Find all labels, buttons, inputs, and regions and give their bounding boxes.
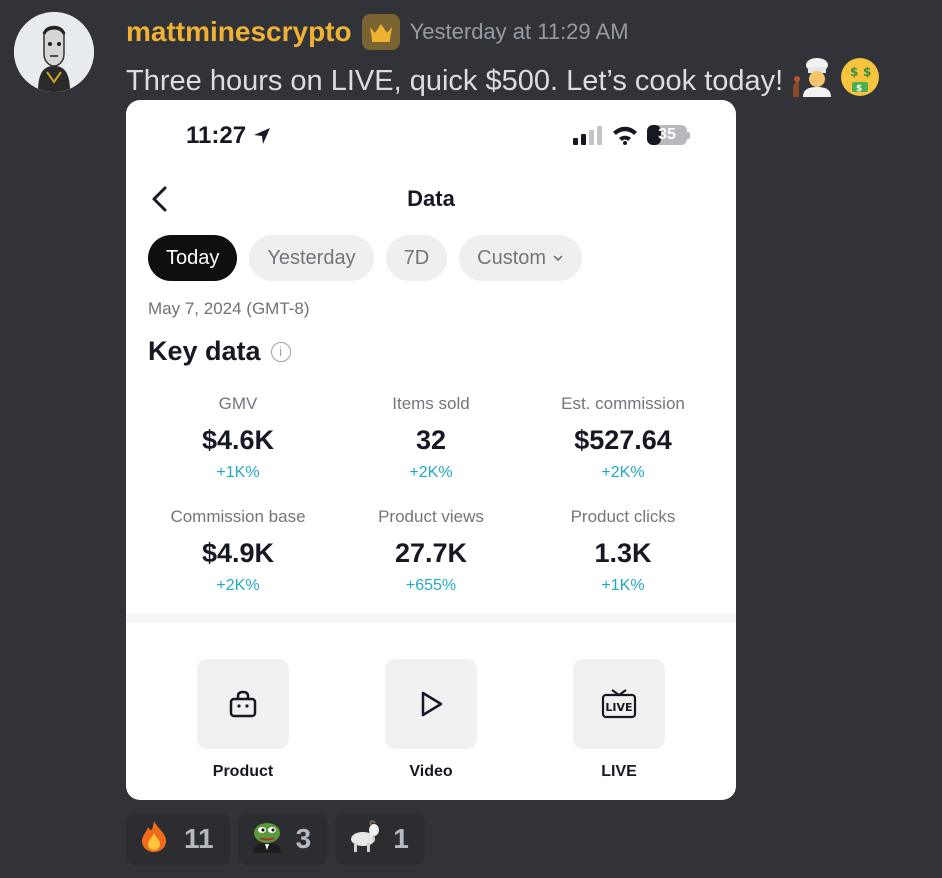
tile-product-label: Product <box>212 763 274 780</box>
status-time: 11:27 <box>186 122 272 150</box>
date-range-tabs: Today Yesterday 7D Custom <box>148 235 583 281</box>
reaction-pepe[interactable]: 3 <box>237 813 328 865</box>
metric-change: +2K% <box>409 464 453 481</box>
tile-video-box[interactable] <box>385 659 477 749</box>
reaction-count: 3 <box>295 823 312 854</box>
user-avatar[interactable] <box>14 12 94 92</box>
reaction-count: 11 <box>184 823 214 854</box>
svg-text:$: $ <box>863 65 871 79</box>
money-mouth-emoji: $ $ $ <box>839 56 881 106</box>
tile-live-box[interactable]: LIVE <box>573 659 665 749</box>
svg-text:$: $ <box>856 84 862 94</box>
reaction-fire[interactable]: 11 <box>126 813 230 865</box>
metric-label: Product clicks <box>570 507 676 526</box>
pepe-emoji <box>250 819 282 860</box>
page-title: Data <box>407 186 455 211</box>
tab-custom[interactable]: Custom <box>459 235 583 281</box>
metric-value: 1.3K <box>594 538 652 568</box>
metric-value: 27.7K <box>394 538 468 568</box>
crown-icon[interactable] <box>361 14 400 50</box>
date-label: May 7, 2024 (GMT-8) <box>148 299 310 318</box>
svg-text:$: $ <box>850 65 858 79</box>
tile-live-label: LIVE <box>601 763 637 780</box>
fire-emoji <box>138 819 170 860</box>
metric-change: +2K% <box>601 464 645 481</box>
metric-label: Est. commission <box>561 394 685 413</box>
metric-value: $4.6K <box>201 425 275 455</box>
chevron-down-icon <box>553 255 563 262</box>
tab-today-label: Today <box>166 246 220 269</box>
key-data-header: Key data i <box>148 336 291 367</box>
tab-custom-label: Custom <box>477 246 547 269</box>
metric-label: GMV <box>218 394 258 413</box>
metric-value: $4.9K <box>201 538 275 568</box>
shopping-bag-icon <box>229 690 257 718</box>
wifi-icon <box>613 126 637 145</box>
metric-change: +1K% <box>216 464 260 481</box>
username[interactable]: mattminescrypto <box>126 16 352 48</box>
metric-label: Commission base <box>170 507 306 526</box>
cook-emoji <box>789 57 833 105</box>
tile-video-label: Video <box>409 763 453 780</box>
goat-emoji <box>347 819 380 860</box>
battery-icon: 35 <box>647 125 690 145</box>
nav-bar: Data <box>126 178 736 222</box>
metric-commission-base[interactable]: Commission base $4.9K +2K% <box>138 507 338 595</box>
metric-product-clicks[interactable]: Product clicks 1.3K +1K% <box>523 507 723 595</box>
metric-label: Product views <box>378 507 484 526</box>
reaction-goat[interactable]: 1 <box>335 813 425 865</box>
metric-change: +655% <box>405 577 457 594</box>
metric-label: Items sold <box>392 394 470 413</box>
metric-product-views[interactable]: Product views 27.7K +655% <box>331 507 531 595</box>
cellular-signal-icon <box>573 126 602 145</box>
message-timestamp: Yesterday at 11:29 AM <box>409 19 629 44</box>
metric-items-sold[interactable]: Items sold 32 +2K% <box>331 394 531 482</box>
battery-level: 35 <box>658 126 676 143</box>
screenshot-attachment[interactable]: 11:27 35 Data Today Yesterday 7D Custom … <box>126 100 736 800</box>
tile-product[interactable]: Product <box>197 659 289 781</box>
message-header: mattminescrypto Yesterday at 11:29 AM <box>126 14 629 50</box>
live-icon-text: LIVE <box>605 701 632 714</box>
message-text: Three hours on LIVE, quick $500. Let’s c… <box>126 64 784 97</box>
tile-live[interactable]: LIVE LIVE <box>573 659 665 781</box>
live-tv-icon: LIVE <box>601 689 637 719</box>
info-icon[interactable]: i <box>270 341 291 362</box>
tab-yesterday-label: Yesterday <box>267 246 356 269</box>
tab-today[interactable]: Today <box>148 235 238 281</box>
tile-product-box[interactable] <box>197 659 289 749</box>
metric-value: $527.64 <box>574 425 672 455</box>
location-arrow-icon <box>254 128 271 144</box>
metric-est-commission[interactable]: Est. commission $527.64 +2K% <box>523 394 723 482</box>
metric-gmv[interactable]: GMV $4.6K +1K% <box>138 394 338 482</box>
key-data-title: Key data <box>148 336 261 366</box>
reaction-bar: 11 3 1 <box>126 813 425 865</box>
status-bar: 11:27 35 <box>126 100 736 170</box>
play-icon <box>421 691 443 717</box>
metric-change: +1K% <box>601 577 645 594</box>
status-time-text: 11:27 <box>186 122 247 149</box>
tab-7d-label: 7D <box>403 246 430 269</box>
tab-yesterday[interactable]: Yesterday <box>249 235 374 281</box>
reaction-count: 1 <box>393 823 409 854</box>
metric-value: 32 <box>415 425 447 455</box>
metric-change: +2K% <box>216 577 260 594</box>
message-content: Three hours on LIVE, quick $500. Let’s c… <box>126 56 881 106</box>
tile-video[interactable]: Video <box>385 659 477 781</box>
tab-7d[interactable]: 7D <box>385 235 448 281</box>
section-divider <box>126 613 736 623</box>
status-icons: 35 <box>573 125 690 145</box>
